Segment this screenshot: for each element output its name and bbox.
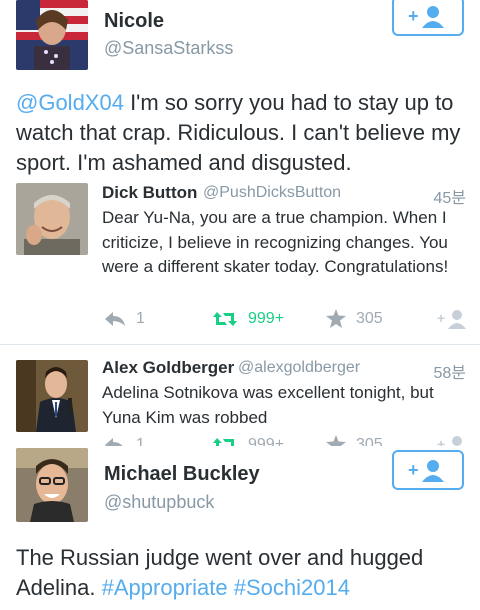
svg-text:+: +	[437, 436, 445, 446]
star-icon	[326, 309, 346, 328]
follow-person-plus-icon: +	[437, 436, 462, 446]
user-name[interactable]: Nicole	[104, 10, 164, 33]
svg-text:+: +	[408, 460, 419, 480]
tweet-text: @GoldX04 I'm so sorry you had to stay up…	[16, 88, 466, 178]
retweet-button[interactable]: 999+	[212, 310, 284, 328]
tweet-text: Dear Yu-Na, you are a true champion. Whe…	[102, 208, 449, 276]
timestamp: 58분	[433, 365, 466, 382]
user-handle[interactable]: @shutupbuck	[104, 492, 214, 513]
user-handle[interactable]: @alexgoldberger	[238, 359, 360, 377]
user-handle[interactable]: @SansaStarkss	[104, 38, 233, 59]
reply-icon	[105, 312, 125, 326]
retweet-button[interactable]: 999+	[212, 436, 284, 446]
svg-text:+: +	[408, 6, 419, 26]
user-name[interactable]: Dick Button	[102, 183, 197, 203]
retweet-icon	[213, 312, 237, 326]
svg-text:+: +	[437, 310, 445, 326]
follow-person-plus-icon: +	[437, 310, 466, 329]
clipped-action-row: 1 999+ 305 +	[0, 432, 480, 446]
follow-button[interactable]: +	[436, 434, 470, 446]
follow-person-plus-icon: +	[408, 460, 444, 482]
follow-button[interactable]: +	[392, 0, 464, 36]
avatar-nicole[interactable]	[16, 0, 88, 70]
follow-button[interactable]: +	[436, 308, 470, 330]
timestamp: 45분	[433, 190, 466, 207]
favorite-button[interactable]: 305	[326, 435, 383, 446]
hashtag-link[interactable]: #Appropriate	[102, 575, 228, 600]
tweet-text: Adelina Sotnikova was excellent tonight,…	[102, 383, 434, 427]
retweet-icon	[213, 438, 234, 446]
reply-count: 1	[136, 310, 145, 327]
star-icon	[326, 435, 346, 446]
follow-button[interactable]: +	[392, 450, 464, 490]
mention-link[interactable]: @GoldX04	[16, 90, 124, 115]
user-name[interactable]: Michael Buckley	[104, 463, 260, 486]
user-name[interactable]: Alex Goldberger	[102, 358, 234, 378]
retweet-count: 999+	[248, 436, 285, 446]
reply-icon	[105, 438, 123, 446]
user-handle[interactable]: @PushDicksButton	[203, 184, 341, 202]
reply-button[interactable]: 1	[104, 436, 145, 446]
favorite-button[interactable]: 305	[326, 309, 383, 328]
reply-button[interactable]: 1	[104, 310, 145, 328]
favorite-count: 305	[356, 435, 383, 447]
retweet-count: 999+	[248, 310, 285, 327]
avatar-alex-goldberger[interactable]	[16, 360, 88, 432]
hashtag-link[interactable]: #Sochi2014	[234, 575, 350, 600]
follow-person-plus-icon: +	[408, 6, 444, 28]
tweet-text: The Russian judge went over and hugged A…	[16, 543, 436, 603]
reply-count: 1	[136, 436, 145, 446]
tweet-divider	[0, 344, 480, 345]
avatar-michael-buckley[interactable]	[16, 448, 88, 522]
favorite-count: 305	[356, 309, 383, 327]
avatar-dick-button[interactable]	[16, 183, 88, 255]
